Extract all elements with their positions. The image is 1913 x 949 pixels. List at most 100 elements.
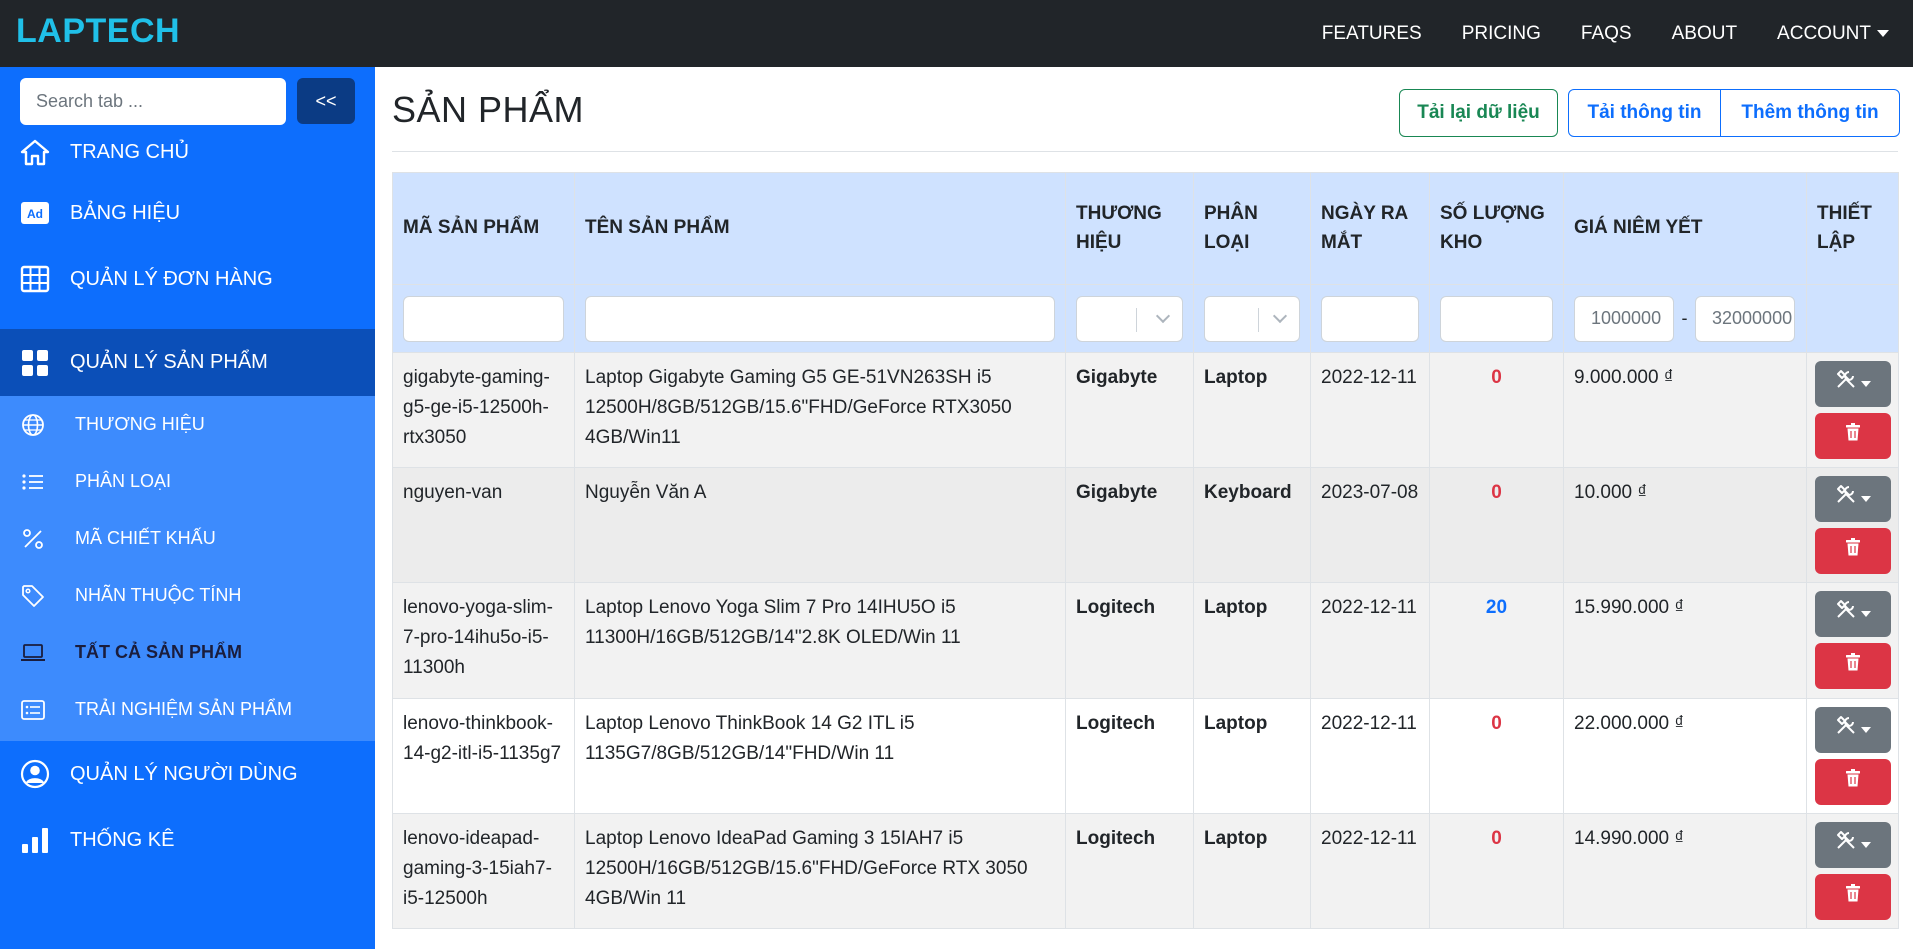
col-header-release-date[interactable]: NGÀY RA MẮT xyxy=(1310,172,1430,285)
delete-button[interactable] xyxy=(1815,759,1891,805)
cell-category: Laptop xyxy=(1193,352,1311,468)
sidebar-subitem-label: MÃ CHIẾT KHẤU xyxy=(75,528,216,548)
cell-stock: 20 xyxy=(1429,582,1564,699)
delete-button[interactable] xyxy=(1815,643,1891,689)
sidebar-subitem-all-products[interactable]: TẤT CẢ SẢN PHẨM xyxy=(0,624,375,681)
price-max-input[interactable]: 32000000 xyxy=(1695,295,1795,342)
main-content: SẢN PHẨM Tải lại dữ liệu Tải thông tin T… xyxy=(375,67,1913,949)
cell-product-name: Laptop Lenovo Yoga Slim 7 Pro 14IHU5O i5… xyxy=(574,582,1066,699)
brand-logo[interactable]: LAPTECH xyxy=(16,12,180,51)
nav-faqs[interactable]: FAQS xyxy=(1581,23,1632,45)
svg-text:Ad: Ad xyxy=(27,207,43,221)
delete-button[interactable] xyxy=(1815,874,1891,920)
title-divider xyxy=(392,151,1898,152)
cell-brand: Logitech xyxy=(1065,813,1194,929)
col-header-brand[interactable]: THƯƠNG HIỆU xyxy=(1065,172,1194,285)
home-icon xyxy=(20,137,50,167)
sidebar-subitem-label: TẤT CẢ SẢN PHẨM xyxy=(75,642,242,662)
settings-dropdown-button[interactable] xyxy=(1815,591,1891,637)
settings-dropdown-button[interactable] xyxy=(1815,822,1891,868)
list-icon xyxy=(20,469,46,495)
cell-product-id: lenovo-yoga-slim-7-pro-14ihu5o-i5-11300h xyxy=(392,582,575,699)
nav-about[interactable]: ABOUT xyxy=(1672,23,1737,45)
col-header-product-id[interactable]: MÃ SẢN PHẨM xyxy=(392,172,575,285)
nav-features[interactable]: FEATURES xyxy=(1322,23,1422,45)
user-circle-icon xyxy=(20,759,50,789)
caret-down-icon xyxy=(1861,496,1871,502)
sidebar-subitem-attribute-tags[interactable]: NHÃN THUỘC TÍNH xyxy=(0,567,375,624)
cell-brand: Gigabyte xyxy=(1065,467,1194,583)
cell-actions xyxy=(1806,698,1899,814)
sidebar-item-label: THỐNG KÊ xyxy=(70,828,175,851)
cell-category: Laptop xyxy=(1193,582,1311,699)
settings-dropdown-button[interactable] xyxy=(1815,476,1891,522)
delete-button[interactable] xyxy=(1815,413,1891,459)
table-row: lenovo-thinkbook-14-g2-itl-i5-1135g7 Lap… xyxy=(392,698,1899,814)
filter-cell xyxy=(1310,284,1430,353)
cell-stock: 0 xyxy=(1429,698,1564,814)
cell-release-date: 2022-12-11 xyxy=(1310,582,1430,699)
col-header-category[interactable]: PHÂN LOẠI xyxy=(1193,172,1311,285)
search-tab-input[interactable] xyxy=(20,78,286,125)
col-header-settings: THIẾT LẬP xyxy=(1806,172,1899,285)
col-header-stock[interactable]: SỐ LƯỢNG KHO xyxy=(1429,172,1564,285)
tools-icon xyxy=(1835,483,1857,515)
filter-product-id-input[interactable] xyxy=(403,295,564,342)
sidebar-item-home[interactable]: TRANG CHỦ xyxy=(0,124,375,180)
table-row: nguyen-van Nguyễn Văn A Gigabyte Keyboar… xyxy=(392,467,1899,583)
download-info-button[interactable]: Tải thông tin xyxy=(1569,90,1721,136)
trash-icon xyxy=(1845,421,1861,451)
filter-cell xyxy=(392,284,575,353)
products-table: MÃ SẢN PHẨM TÊN SẢN PHẨM THƯƠNG HIỆU PHÂ… xyxy=(392,172,1899,929)
filter-product-name-input[interactable] xyxy=(585,295,1055,342)
caret-down-icon xyxy=(1861,727,1871,733)
cell-price: 22.000.000 ₫ xyxy=(1563,698,1807,814)
sidebar-item-label: BẢNG HIỆU xyxy=(70,201,181,224)
cell-actions xyxy=(1806,582,1899,699)
card-list-icon xyxy=(20,697,46,723)
price-min-input[interactable]: 1000000 xyxy=(1574,295,1674,342)
filter-stock-input[interactable] xyxy=(1440,295,1553,342)
sidebar-search-row: << xyxy=(20,78,355,125)
nav-account-label: ACCOUNT xyxy=(1777,22,1871,44)
globe-icon xyxy=(20,412,46,438)
col-header-product-name[interactable]: TÊN SẢN PHẨM xyxy=(574,172,1066,285)
filter-category-select[interactable] xyxy=(1204,295,1300,342)
filter-release-date-input[interactable] xyxy=(1321,295,1419,342)
add-info-button[interactable]: Thêm thông tin xyxy=(1721,90,1899,136)
settings-dropdown-button[interactable] xyxy=(1815,361,1891,407)
sidebar-item-orders[interactable]: QUẢN LÝ ĐƠN HÀNG xyxy=(0,246,375,312)
cell-stock: 0 xyxy=(1429,813,1564,929)
nav-pricing[interactable]: PRICING xyxy=(1462,23,1541,45)
collapse-sidebar-button[interactable]: << xyxy=(297,78,355,124)
sidebar-subitem-label: THƯƠNG HIỆU xyxy=(75,414,205,434)
sidebar-subitem-discounts[interactable]: MÃ CHIẾT KHẤU xyxy=(0,510,375,567)
sidebar-item-users[interactable]: QUẢN LÝ NGƯỜI DÙNG xyxy=(0,741,375,807)
grid-icon xyxy=(20,348,50,378)
sidebar-subitem-brands[interactable]: THƯƠNG HIỆU xyxy=(0,396,375,453)
cell-product-id: gigabyte-gaming-g5-ge-i5-12500h-rtx3050 xyxy=(392,352,575,468)
chevron-down-icon xyxy=(1272,308,1288,323)
filter-brand-select[interactable] xyxy=(1076,295,1183,342)
caret-down-icon xyxy=(1861,611,1871,617)
sidebar-subitem-product-experience[interactable]: TRẢI NGHIỆM SẢN PHẨM xyxy=(0,681,375,738)
nav-account-dropdown[interactable]: ACCOUNT xyxy=(1777,23,1889,45)
col-header-price[interactable]: GIÁ NIÊM YẾT xyxy=(1563,172,1807,285)
cell-product-name: Nguyễn Văn A xyxy=(574,467,1066,583)
settings-dropdown-button[interactable] xyxy=(1815,707,1891,753)
tools-icon xyxy=(1835,598,1857,630)
tag-icon xyxy=(20,583,46,609)
cell-actions xyxy=(1806,352,1899,468)
action-button-group: Tải thông tin Thêm thông tin xyxy=(1568,89,1900,137)
reload-data-button[interactable]: Tải lại dữ liệu xyxy=(1399,89,1558,137)
sidebar-item-statistics[interactable]: THỐNG KÊ xyxy=(0,807,375,873)
sidebar-item-products[interactable]: QUẢN LÝ SẢN PHẨM xyxy=(0,329,375,396)
sidebar-item-billboard[interactable]: Ad BẢNG HIỆU xyxy=(0,180,375,246)
sidebar-item-label: QUẢN LÝ ĐƠN HÀNG xyxy=(70,267,273,290)
delete-button[interactable] xyxy=(1815,528,1891,574)
sidebar-item-label: QUẢN LÝ SẢN PHẨM xyxy=(70,351,268,373)
table-icon xyxy=(20,264,50,294)
sidebar-subitem-categories[interactable]: PHÂN LOẠI xyxy=(0,453,375,510)
filter-cell xyxy=(1065,284,1194,353)
sidebar-item-label: QUẢN LÝ NGƯỜI DÙNG xyxy=(70,762,298,785)
